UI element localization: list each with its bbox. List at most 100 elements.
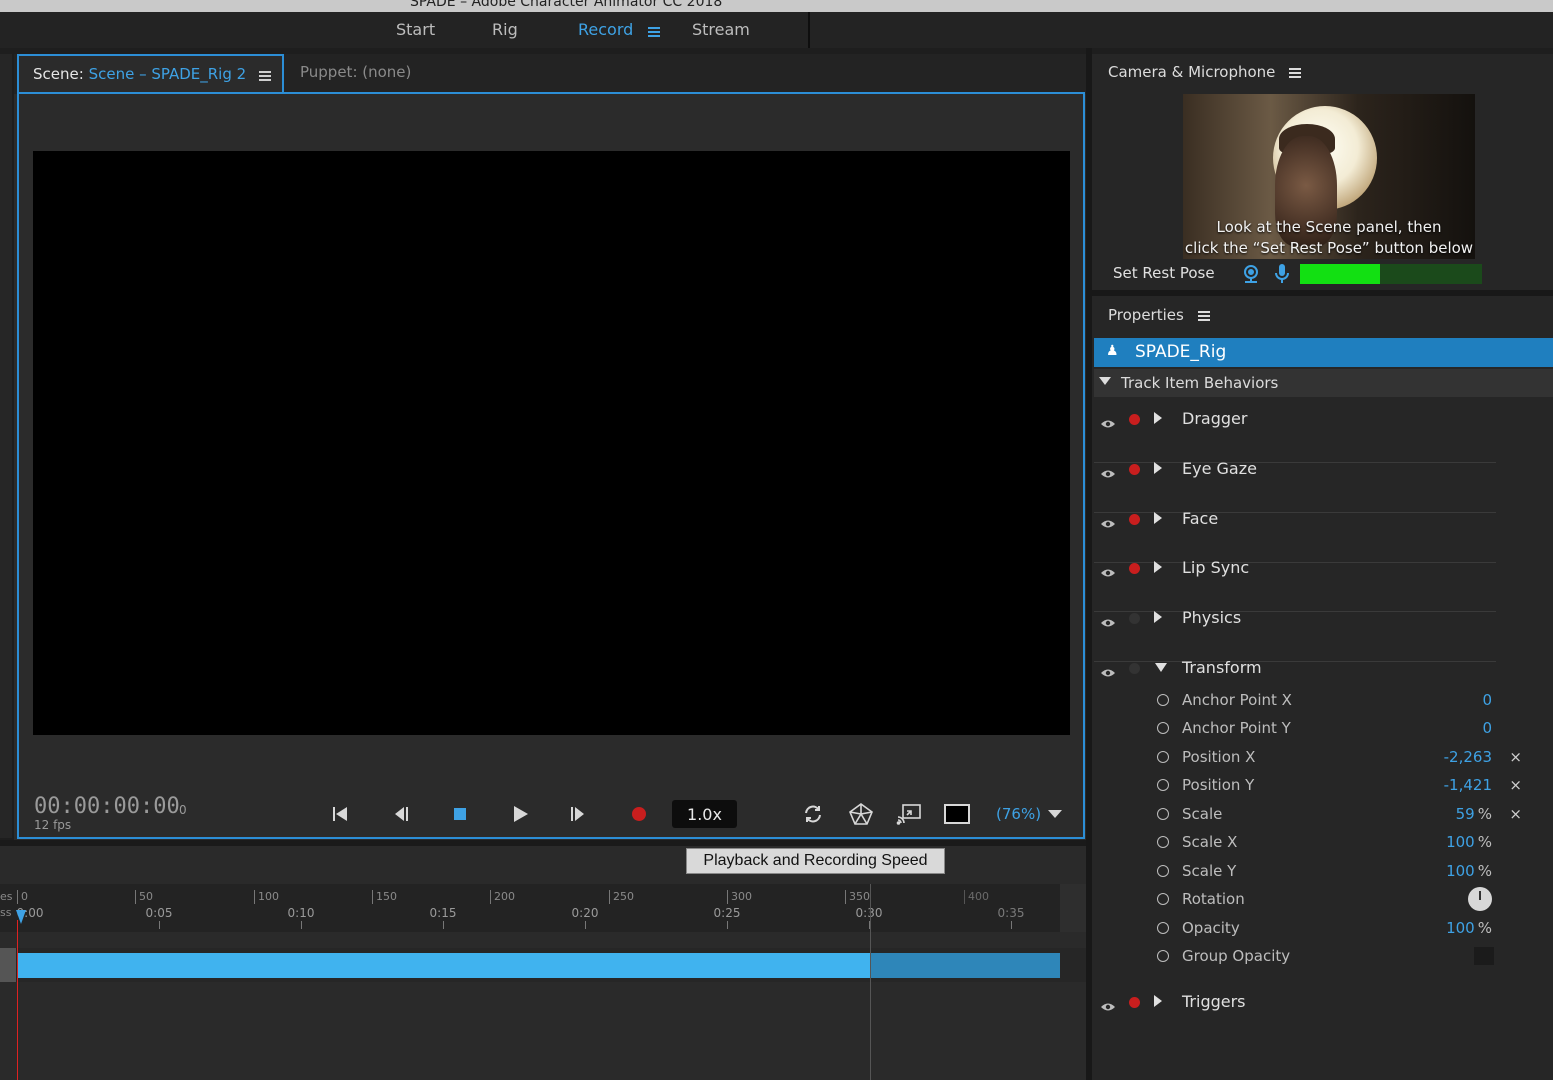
record-arm-icon[interactable]: [1129, 464, 1140, 475]
param-value[interactable]: 0: [1482, 719, 1492, 737]
step-forward-icon[interactable]: [566, 800, 590, 828]
scene-stage[interactable]: [33, 151, 1070, 735]
behavior-row-lip-sync[interactable]: Lip Sync: [1094, 558, 1496, 612]
properties-menu-icon[interactable]: [1197, 311, 1210, 321]
rest-pose-instruction-line: Look at the Scene panel, then: [1216, 218, 1442, 236]
behavior-row-face[interactable]: Face: [1094, 509, 1496, 563]
param-row-group-opacity: Group Opacity: [1156, 946, 1536, 966]
play-icon[interactable]: [508, 800, 532, 828]
visibility-eye-icon[interactable]: [1100, 563, 1116, 577]
visibility-eye-icon[interactable]: [1100, 514, 1116, 528]
record-arm-icon[interactable]: [1129, 563, 1140, 574]
properties-panel-title: Properties: [1108, 306, 1210, 324]
rotation-dial[interactable]: [1468, 887, 1492, 911]
visibility-eye-icon[interactable]: [1100, 613, 1116, 627]
param-value[interactable]: -2,263: [1444, 748, 1492, 766]
param-label: Position X: [1182, 748, 1256, 766]
param-row-position-x: Position X -2,263 ×: [1156, 747, 1536, 767]
record-arm-icon[interactable]: [1129, 663, 1140, 674]
disclosure-closed-icon[interactable]: [1154, 561, 1162, 573]
disclosure-closed-icon[interactable]: [1154, 512, 1162, 524]
keyframe-stopwatch-icon[interactable]: [1157, 694, 1169, 706]
param-value[interactable]: -1,421: [1444, 776, 1492, 794]
behavior-row-physics[interactable]: Physics: [1094, 608, 1496, 662]
param-row-opacity: Opacity 100%: [1156, 918, 1536, 938]
window-title-bar: SPADE – Adobe Character Animator CC 2018: [0, 0, 1553, 12]
puppet-name: SPADE_Rig: [1135, 342, 1227, 362]
step-back-icon[interactable]: [389, 800, 413, 828]
keyframe-stopwatch-icon[interactable]: [1157, 893, 1169, 905]
webcam-icon[interactable]: [1242, 264, 1260, 284]
behavior-row-triggers[interactable]: Triggers: [1094, 992, 1496, 1046]
track-item-bar-outside-work-area[interactable]: [870, 953, 1060, 978]
visibility-eye-icon[interactable]: [1100, 663, 1116, 677]
keyframe-stopwatch-icon[interactable]: [1157, 836, 1169, 848]
param-value[interactable]: 0: [1482, 691, 1492, 709]
cast-icon[interactable]: [896, 800, 922, 828]
stop-icon[interactable]: [450, 800, 470, 828]
track-item-bar[interactable]: [18, 953, 870, 978]
behavior-label: Lip Sync: [1182, 558, 1250, 577]
keyframe-stopwatch-icon[interactable]: [1157, 922, 1169, 934]
workspace-tab-start[interactable]: Start: [396, 20, 435, 39]
record-arm-icon[interactable]: [1129, 997, 1140, 1008]
record-arm-icon[interactable]: [1129, 613, 1140, 624]
param-value[interactable]: 59%: [1456, 805, 1492, 823]
go-to-start-icon[interactable]: [328, 800, 352, 828]
tab-puppet[interactable]: Puppet: (none): [300, 63, 411, 81]
param-value-number: 0: [1482, 691, 1492, 709]
set-rest-pose-button[interactable]: Set Rest Pose: [1113, 264, 1215, 282]
properties-title-text: Properties: [1108, 306, 1184, 324]
visibility-eye-icon[interactable]: [1100, 414, 1116, 428]
disclosure-closed-icon[interactable]: [1154, 462, 1162, 474]
keyframe-stopwatch-icon[interactable]: [1157, 779, 1169, 791]
behavior-label: Physics: [1182, 608, 1242, 627]
ruler-mark: [443, 921, 444, 929]
reset-param-icon[interactable]: ×: [1509, 805, 1522, 823]
param-label: Scale X: [1182, 833, 1238, 851]
param-value[interactable]: 100%: [1446, 919, 1492, 937]
playback-speed-button[interactable]: 1.0x: [672, 800, 737, 828]
scene-panel-menu-icon[interactable]: [259, 71, 271, 81]
workspace-tab-record[interactable]: Record: [578, 20, 633, 39]
keyframe-stopwatch-icon[interactable]: [1157, 751, 1169, 763]
tab-scene[interactable]: Scene: Scene – SPADE_Rig 2: [17, 54, 284, 94]
disclosure-closed-icon[interactable]: [1154, 995, 1162, 1007]
behavior-label: Triggers: [1182, 992, 1246, 1011]
disclosure-closed-icon[interactable]: [1154, 412, 1162, 424]
loop-icon[interactable]: [801, 800, 825, 828]
behavior-label: Transform: [1182, 658, 1262, 677]
param-value[interactable]: 100%: [1446, 833, 1492, 851]
param-value-number: -2,263: [1443, 748, 1492, 766]
reset-param-icon[interactable]: ×: [1509, 776, 1522, 794]
param-value[interactable]: 100%: [1446, 862, 1492, 880]
disclosure-open-icon[interactable]: [1155, 663, 1167, 672]
keyframe-stopwatch-icon[interactable]: [1157, 722, 1169, 734]
record-arm-icon[interactable]: [1129, 514, 1140, 525]
puppet-icon: ♟: [1106, 343, 1119, 359]
keyframe-stopwatch-icon[interactable]: [1157, 808, 1169, 820]
stage-icon[interactable]: [944, 800, 970, 828]
workspace-tab-stream[interactable]: Stream: [692, 20, 750, 39]
record-arm-icon[interactable]: [1129, 414, 1140, 425]
blend-icon[interactable]: [848, 800, 874, 828]
record-icon[interactable]: [629, 800, 649, 828]
behavior-row-eye-gaze[interactable]: Eye Gaze: [1094, 459, 1496, 513]
camera-panel-menu-icon[interactable]: [1289, 68, 1302, 78]
playhead-handle[interactable]: [16, 910, 26, 924]
disclosure-closed-icon[interactable]: [1154, 611, 1162, 623]
workspace-menu-icon[interactable]: [648, 27, 660, 37]
disclosure-open-icon[interactable]: [1099, 377, 1111, 385]
reset-param-icon[interactable]: ×: [1509, 748, 1522, 766]
visibility-eye-icon[interactable]: [1100, 464, 1116, 478]
track-header[interactable]: [0, 948, 16, 982]
zoom-level[interactable]: (76%): [996, 805, 1041, 823]
microphone-icon[interactable]: [1274, 263, 1290, 285]
keyframe-stopwatch-icon[interactable]: [1157, 950, 1169, 962]
keyframe-stopwatch-icon[interactable]: [1157, 865, 1169, 877]
chevron-down-icon[interactable]: [1048, 810, 1062, 818]
workspace-tab-rig[interactable]: Rig: [492, 20, 518, 39]
visibility-eye-icon[interactable]: [1100, 997, 1116, 1011]
group-opacity-checkbox[interactable]: [1474, 947, 1494, 965]
behavior-row-dragger[interactable]: Dragger: [1094, 409, 1496, 463]
